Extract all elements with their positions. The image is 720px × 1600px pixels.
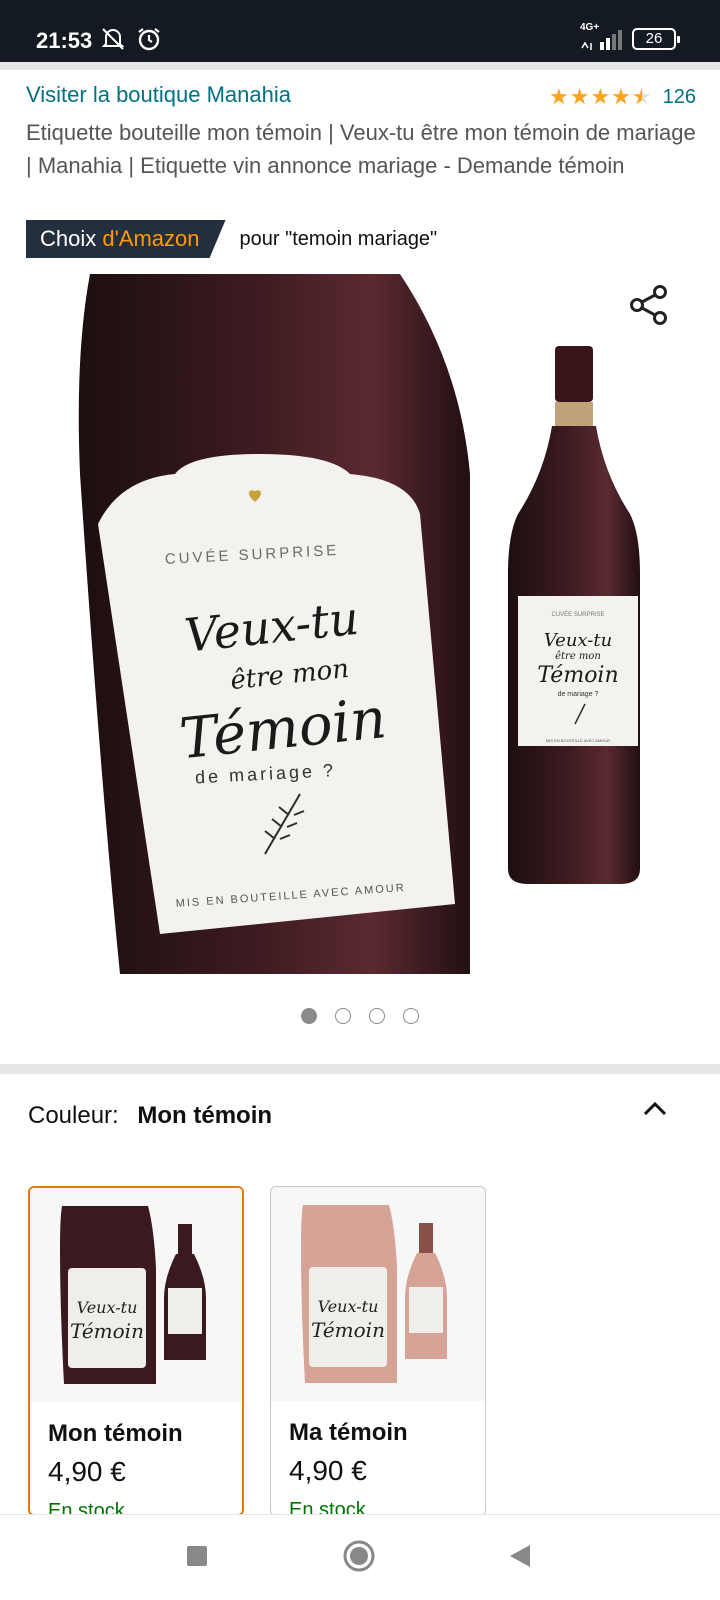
svg-text:Veux-tu: Veux-tu bbox=[318, 1297, 379, 1316]
star-rating: ★★★★★★★★★★ bbox=[549, 84, 653, 109]
variant-image: Veux-tu Témoin bbox=[30, 1188, 242, 1402]
selected-color: Mon témoin bbox=[137, 1102, 273, 1129]
header-divider bbox=[0, 62, 720, 70]
signal-icon: 4G+ bbox=[580, 22, 624, 52]
share-icon[interactable] bbox=[628, 284, 670, 326]
recent-apps-icon[interactable] bbox=[186, 1545, 208, 1567]
system-nav-bar bbox=[0, 1514, 720, 1600]
pagination-dot[interactable] bbox=[369, 1008, 385, 1024]
product-title: Etiquette bouteille mon témoin | Veux-tu… bbox=[26, 120, 696, 178]
small-label-line2: Veux-tu bbox=[544, 630, 612, 651]
gallery-pagination[interactable] bbox=[0, 1008, 720, 1024]
variant-price: 4,90 € bbox=[289, 1455, 367, 1486]
variant-price: 4,90 € bbox=[48, 1456, 126, 1487]
small-label-line1: CUVÉE SURPRISE bbox=[551, 611, 604, 618]
silent-icon bbox=[101, 28, 125, 50]
pagination-dot[interactable] bbox=[301, 1008, 317, 1024]
badge-label: Choix d'Amazon bbox=[26, 220, 226, 258]
small-label-line4: Témoin bbox=[537, 663, 618, 688]
badge-part1: Choix bbox=[40, 226, 97, 251]
svg-text:Témoin: Témoin bbox=[311, 1318, 385, 1342]
variant-option-ma-temoin[interactable]: Veux-tu Témoin Ma témoin 4,90 € En stock bbox=[270, 1186, 486, 1516]
variant-image: Veux-tu Témoin bbox=[271, 1187, 485, 1401]
small-label-line5: de mariage ? bbox=[558, 691, 599, 698]
pagination-dot[interactable] bbox=[403, 1008, 419, 1024]
status-bar: 21:53 4G+ 26 bbox=[0, 0, 720, 62]
small-label-line3: être mon bbox=[555, 651, 601, 662]
small-label-line6: MIS EN BOUTEILLE AVEC AMOUR bbox=[546, 738, 610, 743]
pagination-dot[interactable] bbox=[335, 1008, 351, 1024]
section-divider bbox=[0, 1064, 720, 1074]
color-label: Couleur: bbox=[28, 1102, 119, 1129]
svg-text:Témoin: Témoin bbox=[70, 1319, 144, 1343]
product-image-gallery[interactable]: CUVÉE SURPRISE Veux-tu être mon Témoin d… bbox=[0, 274, 720, 984]
battery-icon: 26 bbox=[632, 28, 680, 50]
back-icon[interactable] bbox=[508, 1543, 532, 1569]
variant-thumbnail: Veux-tu Témoin bbox=[301, 1205, 447, 1383]
home-icon[interactable] bbox=[342, 1539, 376, 1573]
chevron-up-icon[interactable] bbox=[640, 1094, 670, 1124]
color-selector-header: Couleur: Mon témoin bbox=[28, 1102, 272, 1130]
svg-text:Veux-tu: Veux-tu bbox=[77, 1298, 138, 1317]
badge-part2: d'Amazon bbox=[102, 226, 200, 251]
product-image[interactable]: CUVÉE SURPRISE Veux-tu être mon Témoin d… bbox=[0, 274, 720, 984]
store-link[interactable]: Visiter la boutique Manahia bbox=[26, 82, 291, 108]
variant-name: Mon témoin bbox=[48, 1420, 183, 1447]
rating[interactable]: ★★★★★★★★★★ 126 bbox=[549, 84, 696, 110]
variant-thumbnail: Veux-tu Témoin bbox=[60, 1206, 206, 1384]
amazon-choice-badge: Choix d'Amazon pour "temoin mariage" bbox=[26, 220, 437, 258]
battery-level: 26 bbox=[645, 30, 663, 47]
badge-suffix: pour "temoin mariage" bbox=[239, 227, 438, 250]
rating-count[interactable]: 126 bbox=[663, 86, 696, 109]
alarm-icon bbox=[138, 28, 160, 51]
variant-option-mon-temoin[interactable]: Veux-tu Témoin Mon témoin 4,90 € En stoc… bbox=[28, 1186, 244, 1516]
variant-name: Ma témoin bbox=[289, 1419, 408, 1446]
status-time: 21:53 bbox=[36, 28, 93, 53]
